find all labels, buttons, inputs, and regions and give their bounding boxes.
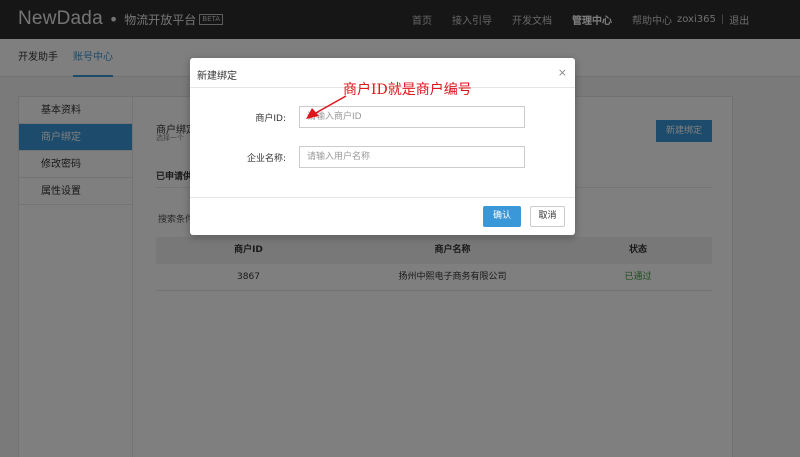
annotation-arrow-icon (306, 95, 347, 119)
company-name-label: 企业名称: (246, 154, 286, 164)
close-icon[interactable]: × (558, 67, 567, 79)
merchant-id-row: 商户ID: (190, 106, 575, 128)
annotation-text: 商户ID就是商户编号 (343, 82, 472, 98)
modal-title: 新建绑定 (197, 71, 237, 82)
company-name-row: 企业名称: (190, 146, 575, 168)
company-name-input[interactable] (299, 146, 525, 168)
merchant-id-label: 商户ID: (255, 114, 286, 124)
confirm-button[interactable]: 确认 (483, 206, 521, 227)
modal-footer-divider (190, 197, 575, 198)
cancel-button[interactable]: 取消 (530, 206, 565, 227)
